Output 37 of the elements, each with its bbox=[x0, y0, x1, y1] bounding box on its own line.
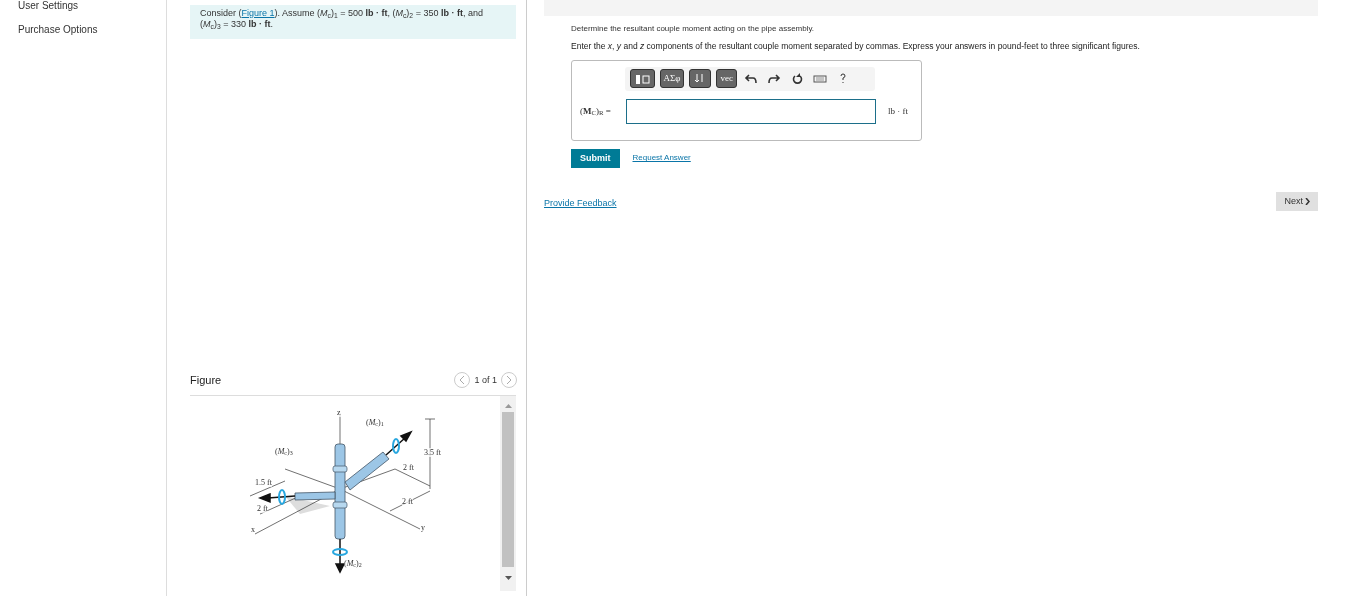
answer-field[interactable] bbox=[626, 98, 876, 124]
next-button[interactable]: Next bbox=[1276, 191, 1318, 211]
scroll-down-icon bbox=[504, 575, 512, 580]
figure-label: 2 ft bbox=[402, 496, 413, 506]
chevron-right-icon bbox=[506, 376, 512, 385]
figure-label: 1.5 ft bbox=[255, 477, 272, 487]
question-text: Determine the resultant couple moment acting on the pipe assembly. bbox=[571, 23, 816, 35]
figure-label: 2 ft bbox=[257, 503, 268, 513]
chevron-left-icon bbox=[459, 376, 466, 385]
sidebar-item[interactable]: Purchase Options bbox=[18, 25, 166, 35]
instruction-text: Enter the x, y and z components of the resultant couple moment separated by commas. Express your answers in pound-feet to three significant figures. bbox=[571, 40, 1141, 53]
keyboard-icon bbox=[812, 72, 827, 86]
sidebar-item[interactable]: User Settings bbox=[18, 1, 166, 11]
figure-label: (M$_{c}$)$_{1}$ bbox=[366, 417, 384, 427]
redo-icon bbox=[766, 72, 781, 86]
figure-label: 2 ft bbox=[403, 462, 414, 472]
figure-label: (M$_{c}$)$_{2}$ bbox=[344, 558, 362, 568]
figure-title: Figure bbox=[190, 373, 222, 388]
provide-feedback-link[interactable]: Provide Feedback bbox=[544, 196, 617, 211]
undo-icon bbox=[743, 72, 758, 86]
toolbar-button[interactable] bbox=[629, 69, 655, 89]
problem-text: Consider (Figure 1). Assume (M$_{c}$)$_{1}$ = 500 lb · ft, (M$_{c}$)$_{2}$ = 350 lb · ft, and (M$_{c}$)$_{3}$ = 330 lb · ft. bbox=[200, 8, 484, 30]
figure-label: (M$_{c}$)$_{3}$ bbox=[275, 446, 293, 456]
page-counter: 1 of 1 bbox=[474, 373, 497, 387]
scroll-up-icon bbox=[504, 403, 512, 408]
toolbar-button[interactable]: vec bbox=[716, 69, 737, 89]
scrollbar-thumb[interactable] bbox=[502, 411, 514, 567]
submit-button[interactable]: Submit bbox=[571, 148, 620, 168]
toolbar-button[interactable] bbox=[689, 69, 712, 89]
scrollbar[interactable] bbox=[500, 395, 516, 591]
figure-label: 3.5 ft bbox=[424, 447, 441, 457]
chevron-right-icon bbox=[1305, 197, 1310, 205]
unit-label: lb · ft bbox=[888, 104, 908, 118]
toolbar-button[interactable]: ΑΣφ bbox=[659, 69, 685, 89]
answer-label: (M$_{C}$)$_{R}$ = bbox=[580, 104, 612, 118]
request-answer-link[interactable]: Request Answer bbox=[632, 152, 691, 165]
template-icon bbox=[633, 72, 651, 86]
